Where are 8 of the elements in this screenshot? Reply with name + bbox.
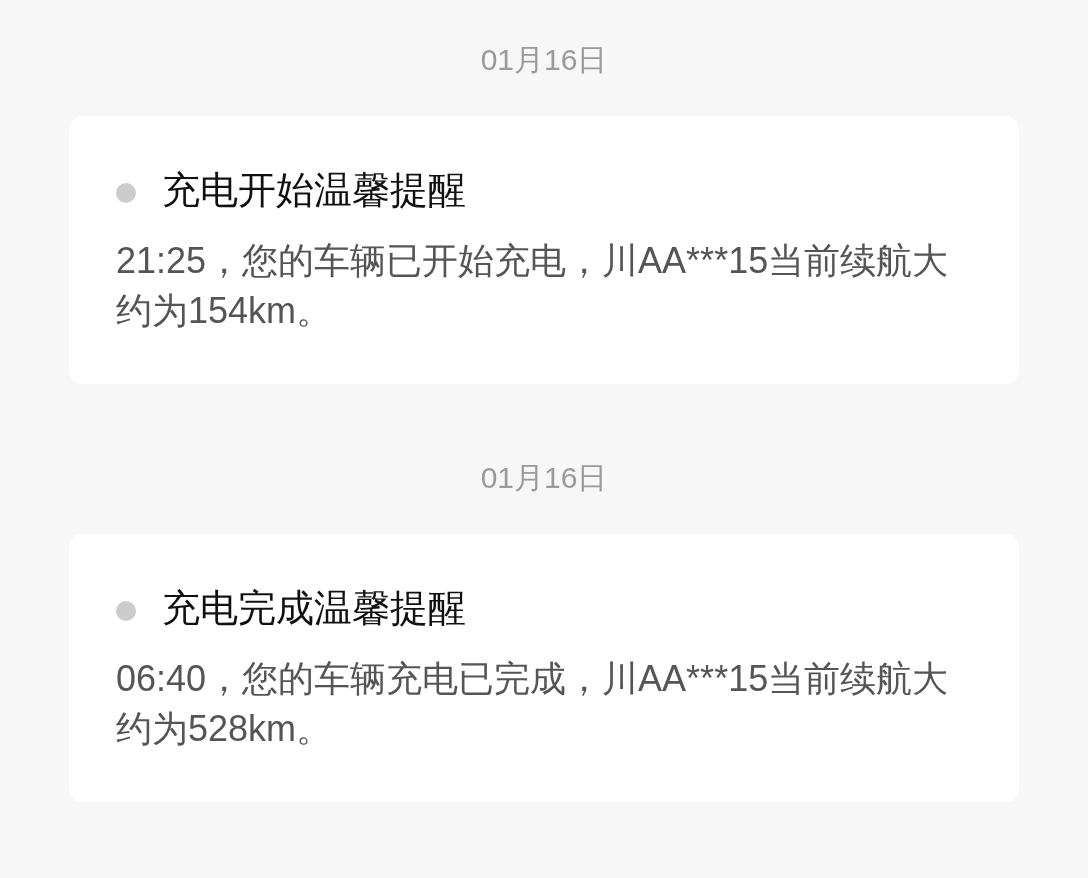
message-card[interactable]: 充电开始温馨提醒 21:25，您的车辆已开始充电，川AA***15当前续航大约为154km。 [69, 116, 1019, 384]
message-date: 01月16日 [479, 460, 609, 496]
message-title: 充电完成温馨提醒 [162, 586, 466, 631]
message-body: 06:40，您的车辆充电已完成，川AA***15当前续航大约为528km。 [116, 657, 950, 751]
message-body: 21:25，您的车辆已开始充电，川AA***15当前续航大约为154km。 [116, 239, 950, 333]
message-title: 充电开始温馨提醒 [162, 168, 466, 213]
message-card[interactable]: 充电完成温馨提醒 06:40，您的车辆充电已完成，川AA***15当前续航大约为528km。 [69, 534, 1019, 802]
message-date: 01月16日 [479, 42, 609, 78]
